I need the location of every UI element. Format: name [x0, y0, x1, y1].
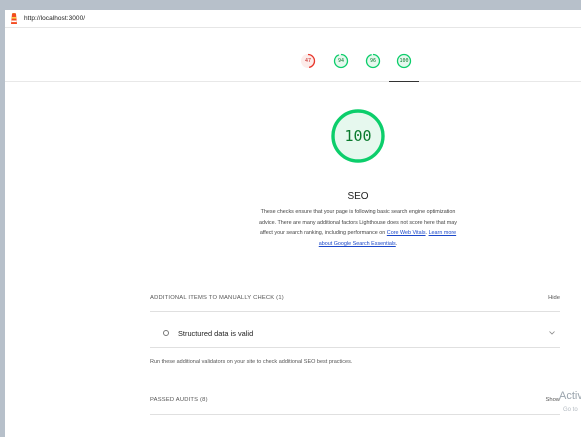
audit-title: Structured data is valid — [178, 328, 254, 338]
url-bar: http://localhost:3000/ — [5, 10, 581, 28]
audit-structured-data[interactable]: Structured data is valid — [150, 322, 560, 344]
manual-checks-header: ADDITIONAL ITEMS TO MANUALLY CHECK (1) H… — [150, 292, 560, 304]
category-title: SEO — [347, 191, 369, 202]
category-description: These checks ensure that your page is fo… — [253, 207, 463, 249]
lighthouse-icon — [11, 12, 17, 24]
gauge-score: 47 — [304, 58, 312, 64]
passed-audits-title: PASSED AUDITS (8) — [150, 397, 208, 403]
windows-activation-watermark: Activ — [559, 390, 581, 402]
gauge-performance[interactable]: 47 — [300, 53, 316, 69]
seo-score-value: 100 — [344, 127, 372, 145]
gauge-seo[interactable]: 100 — [396, 53, 412, 69]
manual-checks-title: ADDITIONAL ITEMS TO MANUALLY CHECK (1) — [150, 295, 284, 301]
description-end: . — [395, 240, 398, 247]
gauge-score: 96 — [369, 58, 377, 64]
manual-checks-help: Run these additional validators on your … — [150, 359, 353, 365]
section-divider — [150, 414, 560, 415]
chevron-down-icon[interactable] — [548, 330, 556, 336]
category-gauge-strip: 47 94 96 100 — [5, 28, 581, 82]
gauge-score: 100 — [399, 58, 409, 64]
seo-score-gauge: 100 — [329, 107, 387, 165]
hide-toggle[interactable]: Hide — [548, 295, 560, 301]
circle-outline-icon — [163, 330, 169, 336]
browser-window: http://localhost:3000/ 47 94 96 100 100 … — [5, 10, 581, 437]
section-divider — [150, 311, 560, 312]
row-divider — [150, 347, 560, 348]
page-url[interactable]: http://localhost:3000/ — [24, 15, 85, 22]
gauge-score: 94 — [337, 58, 345, 64]
gauge-best-practices[interactable]: 96 — [365, 53, 381, 69]
active-tab-underline — [389, 81, 419, 82]
gauge-accessibility[interactable]: 94 — [333, 53, 349, 69]
passed-audits-header: PASSED AUDITS (8) Show — [150, 394, 560, 406]
core-web-vitals-link[interactable]: Core Web Vitals — [387, 230, 426, 236]
show-toggle[interactable]: Show — [545, 397, 560, 403]
windows-activation-subtext: Go to — [563, 407, 578, 413]
